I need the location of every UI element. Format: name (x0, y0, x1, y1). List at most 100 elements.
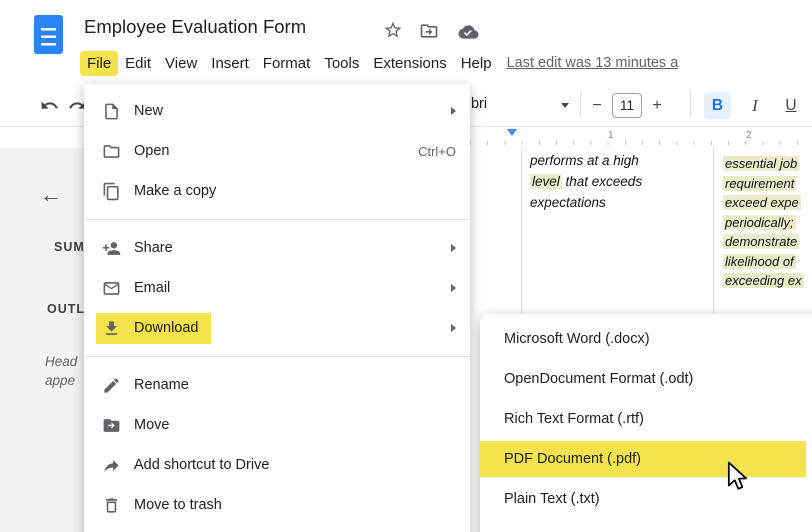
doc-line: performs at a high (530, 153, 639, 168)
file-menu-item-download[interactable]: Download (84, 308, 470, 348)
menu-item-label: Email (134, 280, 171, 296)
document-text-right-column: essential job requirement exceed expe pe… (723, 154, 804, 291)
menu-view[interactable]: View (158, 51, 204, 76)
outline-placeholder-text: Head (45, 354, 78, 369)
menu-item-label: Share (134, 240, 173, 256)
font-size-increase-button[interactable]: + (646, 92, 668, 119)
submenu-item-html[interactable]: Web Page (.html, zipped) (480, 519, 812, 532)
file-menu-item-rename[interactable]: Rename (84, 365, 470, 405)
doc-line: level that exceeds (530, 171, 642, 192)
download-icon (105, 320, 118, 335)
move-folder-icon (103, 418, 120, 432)
file-menu-item-make-a-copy[interactable]: Make a copy (84, 171, 470, 211)
toolbar-divider (690, 90, 691, 116)
google-docs-window: Employee Evaluation Form File Edit View … (0, 0, 812, 532)
file-menu-item-open[interactable]: Open Ctrl+O (84, 131, 470, 171)
highlighted-line: periodically; (723, 214, 796, 230)
menu-item-label: Download (134, 320, 199, 336)
new-document-icon (105, 103, 118, 119)
submenu-item-odt[interactable]: OpenDocument Format (.odt) (480, 359, 812, 399)
file-menu-item-email[interactable]: Email (84, 268, 470, 308)
menu-item-label: Move (134, 417, 170, 433)
trash-icon (105, 497, 118, 513)
bold-button[interactable]: B (704, 92, 731, 119)
menu-item-label: New (134, 103, 164, 119)
highlighted-line: requirement (723, 175, 797, 191)
font-size-decrease-button[interactable]: − (586, 92, 608, 119)
highlighted-word: level (530, 174, 562, 189)
doc-line: demonstrate (723, 232, 804, 252)
document-text-left-column: performs at a high level that exceeds ex… (530, 150, 642, 213)
submenu-item-rtf[interactable]: Rich Text Format (.rtf) (480, 399, 812, 439)
menu-help[interactable]: Help (454, 51, 499, 76)
menu-item-label: Move to trash (134, 497, 222, 513)
open-folder-icon (103, 144, 120, 158)
download-highlight: Download (96, 312, 211, 344)
toolbar-divider (580, 90, 581, 116)
menu-extensions[interactable]: Extensions (366, 51, 453, 76)
move-document-icon[interactable] (419, 21, 439, 41)
ruler-ticks (470, 141, 812, 145)
submenu-item-txt[interactable]: Plain Text (.txt) (480, 479, 812, 519)
ruler-mark-2: 2 (746, 130, 752, 141)
menu-item-label: Plain Text (.txt) (504, 491, 600, 507)
italic-button[interactable]: I (742, 92, 768, 119)
highlighted-line: demonstrate (723, 234, 800, 249)
cloud-saved-icon[interactable] (457, 22, 480, 42)
underline-button[interactable]: U (778, 92, 804, 119)
star-icon[interactable] (383, 20, 403, 40)
highlighted-line: exceed expe (723, 195, 801, 210)
file-menu-item-move-to-trash[interactable]: Move to trash (84, 485, 470, 525)
rename-pencil-icon (104, 377, 119, 393)
menu-item-label: Open (134, 143, 170, 159)
indent-marker-icon[interactable] (507, 129, 517, 136)
last-edit-link[interactable]: Last edit was 13 minutes a (507, 55, 679, 71)
file-menu-dropdown: New Open Ctrl+O Make a copy Share Email … (84, 84, 470, 532)
menu-item-label: PDF Document (.pdf) (504, 451, 641, 467)
undo-icon[interactable] (40, 96, 59, 115)
highlighted-line: exceeding ex (723, 273, 804, 288)
doc-line-rest: that exceeds (561, 174, 643, 189)
font-dropdown-caret-icon[interactable] (561, 103, 569, 108)
sidebar-outline-label: OUTL (47, 302, 86, 316)
submenu-arrow-icon (451, 107, 456, 115)
document-title[interactable]: Employee Evaluation Form (84, 16, 306, 38)
file-menu-item-share[interactable]: Share (84, 228, 470, 268)
menu-item-label: Add shortcut to Drive (134, 457, 270, 473)
submenu-item-docx[interactable]: Microsoft Word (.docx) (480, 319, 812, 359)
menu-divider (84, 219, 470, 220)
menu-tools[interactable]: Tools (317, 51, 366, 76)
file-menu-item-new[interactable]: New (84, 91, 470, 131)
menu-insert[interactable]: Insert (204, 51, 256, 76)
menu-file[interactable]: File (80, 50, 119, 76)
download-submenu: Microsoft Word (.docx) OpenDocument Form… (480, 314, 812, 532)
doc-line: exceeding ex (723, 271, 804, 291)
copy-icon (103, 182, 119, 200)
close-outline-back-icon[interactable]: ← (40, 184, 62, 206)
font-size-input[interactable]: 11 (612, 93, 642, 118)
menu-edit[interactable]: Edit (118, 51, 158, 76)
menu-divider (84, 356, 470, 357)
ruler-mark-1: 1 (608, 130, 614, 141)
table-border (521, 148, 522, 316)
doc-line: expectations (530, 195, 606, 210)
doc-line: exceed expe (723, 193, 804, 213)
file-menu-item-move[interactable]: Move (84, 405, 470, 445)
menu-format[interactable]: Format (256, 51, 318, 76)
share-person-add-icon (102, 241, 121, 255)
submenu-arrow-icon (451, 284, 456, 292)
file-menu-item-add-shortcut[interactable]: Add shortcut to Drive (84, 445, 470, 485)
docs-logo-lines (41, 28, 56, 46)
menu-item-label: Microsoft Word (.docx) (504, 331, 650, 347)
highlighted-line: essential job (723, 156, 800, 171)
submenu-arrow-icon (451, 324, 456, 332)
sidebar-summary-label: SUM (54, 240, 85, 254)
add-shortcut-to-drive-icon (104, 459, 119, 472)
submenu-item-pdf[interactable]: PDF Document (.pdf) (480, 439, 812, 479)
doc-line: periodically; (723, 213, 804, 233)
submenu-arrow-icon (451, 244, 456, 252)
highlighted-line: likelihood of (723, 253, 796, 269)
doc-line: essential job (723, 154, 804, 174)
menu-item-label: Rich Text Format (.rtf) (504, 411, 644, 427)
google-docs-logo[interactable] (34, 15, 63, 54)
